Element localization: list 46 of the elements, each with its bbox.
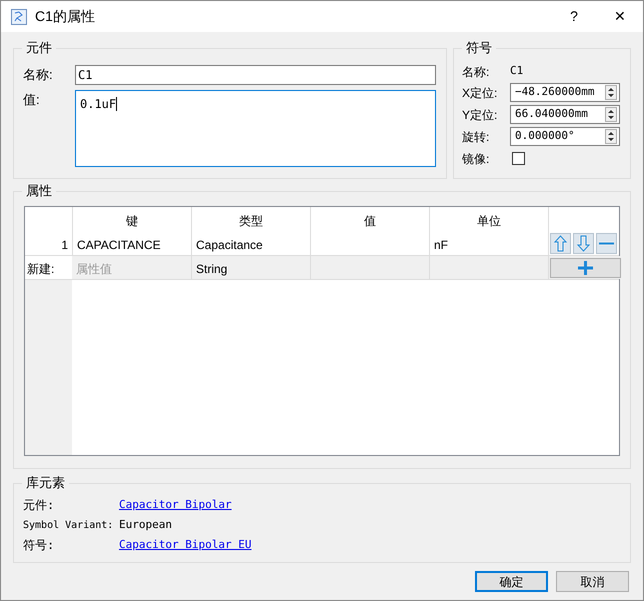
field-label: 旋转: <box>462 128 490 146</box>
group-title: 库元素 <box>22 475 69 491</box>
column-header[interactable]: 单位 <box>429 207 548 232</box>
close-button[interactable]: ✕ <box>597 6 643 27</box>
spinner-icon[interactable] <box>605 107 617 122</box>
field-label: 镜像: <box>462 150 490 168</box>
table-cell: Capacitance <box>191 232 310 255</box>
library-link[interactable]: Capacitor Bipolar EU <box>119 536 252 554</box>
field-label: 名称: <box>462 64 490 80</box>
spin-field[interactable]: 0.000000° <box>510 127 620 146</box>
remove-button[interactable] <box>596 233 617 254</box>
add-button[interactable] <box>550 258 621 278</box>
field-label: 符号: <box>23 537 56 554</box>
field-label: X定位: <box>462 84 498 102</box>
dialog-button[interactable]: 确定 <box>475 571 548 592</box>
spin-field[interactable]: 66.040000mm <box>510 105 620 124</box>
help-button[interactable]: ? <box>551 6 597 27</box>
table-cell: nF <box>429 232 548 255</box>
group-title: 元件 <box>22 40 56 56</box>
column-header[interactable]: 键 <box>72 207 191 232</box>
move-up-button[interactable] <box>550 233 571 254</box>
group-title: 属性 <box>22 183 56 199</box>
spinner-icon[interactable] <box>605 85 617 100</box>
row-number: 1 <box>60 237 69 254</box>
value-field[interactable]: 0.1uF <box>75 90 436 167</box>
dialog-button[interactable]: 取消 <box>556 571 629 592</box>
move-down-button[interactable] <box>573 233 594 254</box>
schematic-icon <box>11 8 27 24</box>
variant-value: European <box>119 516 172 533</box>
spin-field[interactable]: −48.260000mm <box>510 83 620 102</box>
group-title: 符号 <box>462 40 496 56</box>
symbol-name: C1 <box>510 63 524 80</box>
column-header[interactable]: 类型 <box>191 207 310 232</box>
mirror-checkbox[interactable] <box>512 152 525 165</box>
field-label: Y定位: <box>462 106 498 124</box>
library-link[interactable]: Capacitor Bipolar <box>119 496 232 514</box>
window-title: C1的属性 <box>35 7 96 26</box>
spinner-icon[interactable] <box>605 129 617 144</box>
name-field[interactable]: C1 <box>75 65 436 85</box>
field-label: 值: <box>23 91 41 109</box>
table-cell: String <box>191 256 310 279</box>
field-label: 名称: <box>23 66 54 84</box>
field-label: 元件: <box>23 497 56 514</box>
field-label: Symbol Variant: <box>23 518 114 532</box>
table-cell: CAPACITANCE <box>72 232 191 255</box>
column-header[interactable]: 值 <box>310 207 429 232</box>
